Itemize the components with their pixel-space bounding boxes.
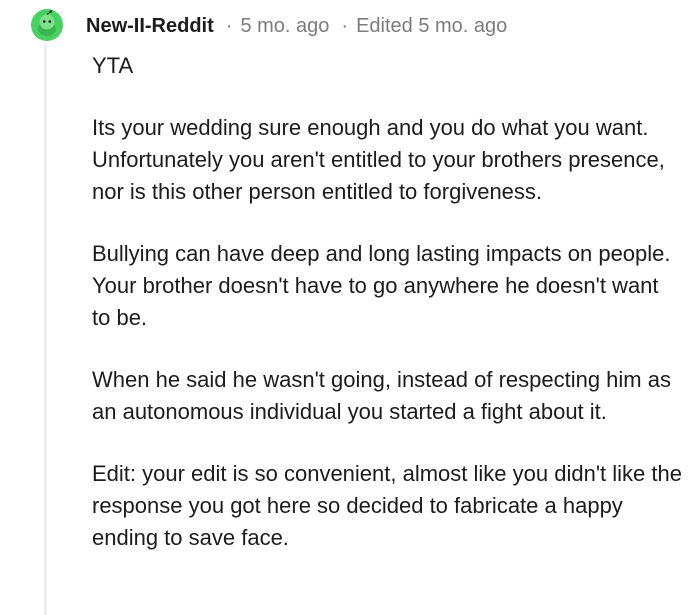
avatar[interactable]	[31, 9, 63, 41]
meta-separator: ·	[225, 15, 233, 37]
timestamp[interactable]: 5 mo. ago	[240, 12, 329, 40]
comment-paragraph: When he said he wasn't going, instead of…	[92, 367, 671, 424]
snoo-avatar-icon	[31, 9, 63, 41]
comment-paragraph: Its your wedding sure enough and you do …	[92, 115, 665, 204]
thread-line[interactable]	[44, 44, 47, 615]
comment-paragraph: Edit: your edit is so convenient, almost…	[92, 461, 682, 550]
comment-paragraph: Bullying can have deep and long lasting …	[92, 241, 671, 330]
comment-header: New-II-Reddit · 5 mo. ago · Edited 5 mo.…	[86, 12, 507, 40]
comment-paragraph: YTA	[92, 53, 134, 78]
meta-separator: ·	[341, 15, 349, 37]
username-link[interactable]: New-II-Reddit	[86, 12, 214, 40]
comment-body: YTA Its your wedding sure enough and you…	[92, 50, 682, 584]
edited-label: Edited 5 mo. ago	[356, 15, 508, 37]
